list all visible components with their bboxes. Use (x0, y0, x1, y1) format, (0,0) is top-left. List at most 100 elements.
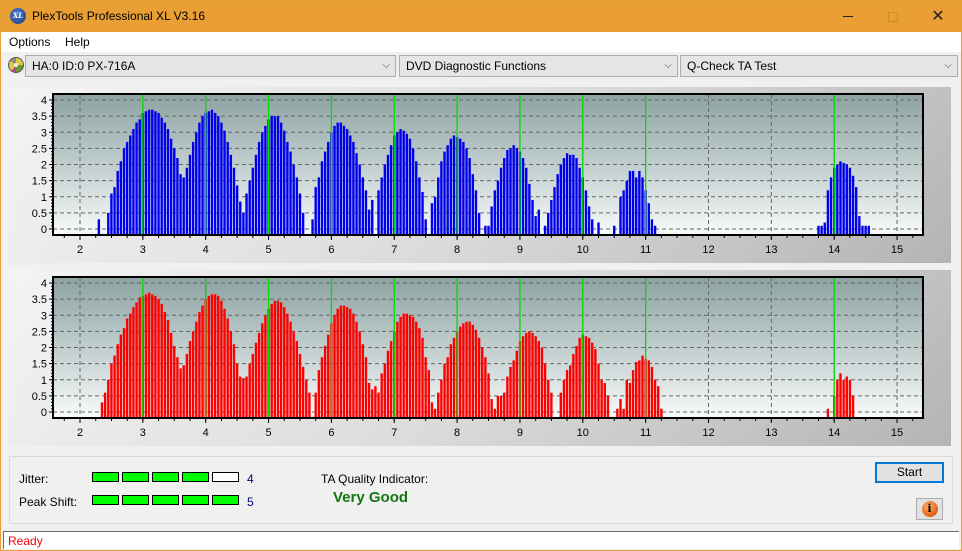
bar (327, 334, 330, 418)
x-tick-label: 10 (577, 244, 589, 256)
bar (371, 389, 374, 418)
bar (389, 145, 393, 235)
bar (147, 109, 151, 235)
bar (628, 170, 632, 235)
bar (355, 153, 358, 235)
bar (594, 349, 597, 418)
bar (198, 122, 201, 235)
bar (531, 332, 534, 418)
bar (169, 332, 173, 418)
bar (298, 353, 302, 418)
jitter-segment (92, 472, 119, 482)
bar (562, 379, 566, 418)
bar (163, 122, 167, 235)
bar (418, 328, 421, 418)
bar (276, 300, 280, 418)
test-select[interactable]: Q-Check TA Test ⌵ (680, 55, 958, 77)
x-tick-label: 9 (517, 427, 523, 439)
bar (829, 177, 833, 235)
close-button[interactable]: ✕ (915, 1, 961, 32)
x-tick-label: 13 (765, 427, 777, 439)
bar (129, 313, 132, 418)
bar (380, 177, 383, 235)
bar (358, 331, 361, 418)
bar (867, 225, 870, 235)
bar (298, 193, 302, 235)
bar (273, 300, 277, 418)
bar (352, 313, 355, 418)
bar (635, 362, 638, 418)
function-select-value: DVD Diagnostic Functions (406, 59, 547, 73)
menu-help[interactable]: Help (65, 35, 90, 49)
bar (839, 161, 842, 235)
bar (411, 148, 415, 235)
drive-select[interactable]: HA:0 ID:0 PX-716A ⌵ (25, 55, 396, 77)
bar (424, 357, 427, 418)
x-tick-label: 14 (828, 427, 840, 439)
bar (383, 363, 387, 418)
bar (493, 408, 497, 418)
menu-bar: Options Help (1, 32, 961, 52)
function-select[interactable]: DVD Diagnostic Functions ⌵ (399, 55, 678, 77)
bar (408, 315, 412, 418)
bar (232, 167, 236, 235)
minimize-button[interactable] (825, 1, 871, 32)
bar (103, 392, 107, 418)
x-tick-label: 12 (702, 427, 714, 439)
bar (295, 341, 299, 418)
start-button[interactable]: Start (875, 462, 944, 483)
bar (314, 187, 317, 235)
bar (437, 177, 440, 235)
bar (270, 116, 273, 235)
bar (147, 292, 151, 418)
bar (242, 378, 245, 418)
ta-quality-value: Very Good (333, 489, 409, 506)
bar (487, 225, 490, 235)
bar (521, 158, 525, 235)
bar (660, 408, 663, 418)
maximize-button[interactable] (870, 1, 916, 32)
bar (336, 122, 339, 235)
bar (125, 141, 129, 235)
bar (173, 345, 176, 418)
bar (399, 316, 402, 418)
info-button[interactable]: i (916, 498, 943, 520)
bar (465, 148, 468, 235)
bar (864, 225, 867, 235)
bar (254, 154, 258, 235)
bar (151, 294, 154, 418)
bar (358, 164, 361, 235)
bar (336, 308, 339, 418)
x-tick-label: 12 (702, 244, 714, 256)
bar (129, 135, 132, 235)
chevron-down-icon: ⌵ (944, 60, 952, 71)
x-tick-label: 11 (640, 427, 651, 439)
bar (490, 399, 493, 418)
bar (367, 209, 371, 235)
bar (213, 112, 217, 235)
bar (449, 344, 453, 418)
bar (151, 109, 154, 235)
bar (226, 141, 229, 235)
drive-select-value: HA:0 ID:0 PX-716A (32, 59, 136, 73)
bar (443, 363, 446, 418)
bar (270, 303, 273, 418)
bar (836, 379, 839, 418)
x-tick-label: 9 (517, 244, 523, 256)
bar (550, 199, 553, 235)
menu-options[interactable]: Options (9, 35, 50, 49)
bar (826, 190, 830, 235)
bar (179, 174, 182, 235)
x-tick-label: 7 (391, 427, 397, 439)
bar (433, 196, 437, 235)
peak-shift-segment (212, 495, 239, 505)
status-text: Ready (8, 534, 43, 548)
info-icon: i (921, 501, 938, 517)
bar (213, 294, 217, 418)
jitter-segment (212, 472, 239, 482)
bar (653, 379, 657, 418)
bar (512, 145, 515, 235)
bar (191, 141, 195, 235)
bar (169, 138, 173, 235)
bar (433, 408, 437, 418)
